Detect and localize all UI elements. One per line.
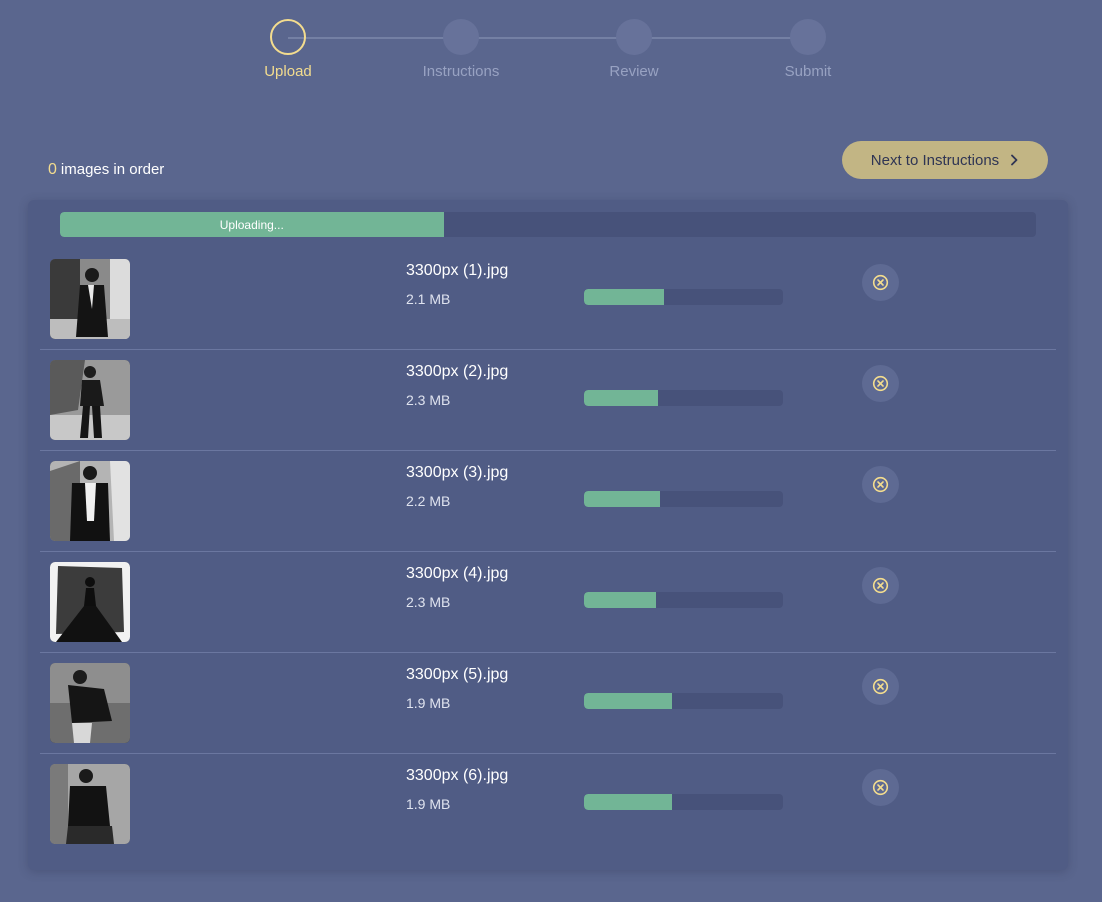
file-row: 3300px (3).jpg 2.2 MB bbox=[40, 451, 1056, 552]
step-indicator-instructions bbox=[443, 19, 479, 55]
image-thumbnail bbox=[50, 663, 130, 743]
file-size: 2.2 MB bbox=[406, 493, 451, 509]
step-indicator-review bbox=[616, 19, 652, 55]
file-size: 2.3 MB bbox=[406, 392, 451, 408]
file-name: 3300px (3).jpg bbox=[406, 464, 509, 481]
step-label-review: Review bbox=[609, 63, 659, 80]
file-progress-bar bbox=[584, 592, 783, 608]
file-name: 3300px (5).jpg bbox=[406, 666, 509, 683]
file-progress-bar bbox=[584, 794, 783, 810]
file-progress-bar bbox=[584, 693, 783, 709]
file-progress-fill bbox=[584, 693, 672, 709]
overall-progress-bar: Uploading... bbox=[60, 212, 1036, 237]
file-name: 3300px (6).jpg bbox=[406, 767, 509, 784]
close-circle-icon bbox=[872, 779, 889, 796]
close-circle-icon bbox=[872, 476, 889, 493]
close-circle-icon bbox=[872, 274, 889, 291]
remove-file-button[interactable] bbox=[862, 668, 899, 705]
step-indicator-upload bbox=[270, 19, 306, 55]
file-size: 2.1 MB bbox=[406, 291, 451, 307]
file-name: 3300px (4).jpg bbox=[406, 565, 509, 582]
file-name: 3300px (1).jpg bbox=[406, 262, 509, 279]
remove-file-button[interactable] bbox=[862, 769, 899, 806]
file-progress-fill bbox=[584, 794, 672, 810]
image-thumbnail bbox=[50, 562, 130, 642]
upload-panel: Uploading... 3300px (1).jpg 2.1 MB 3300p… bbox=[28, 200, 1068, 870]
step-submit[interactable]: Submit bbox=[728, 19, 888, 80]
next-to-instructions-button[interactable]: Next to Instructions bbox=[842, 141, 1048, 179]
file-progress-fill bbox=[584, 289, 664, 305]
step-label-submit: Submit bbox=[784, 63, 832, 80]
remove-file-button[interactable] bbox=[862, 264, 899, 301]
overall-progress-label: Uploading... bbox=[219, 217, 284, 232]
order-count-number: 0 bbox=[48, 161, 57, 178]
chevron-right-icon bbox=[1011, 154, 1018, 166]
file-row: 3300px (2).jpg 2.3 MB bbox=[40, 350, 1056, 451]
image-thumbnail bbox=[50, 259, 130, 339]
close-circle-icon bbox=[872, 375, 889, 392]
image-thumbnail bbox=[50, 360, 130, 440]
file-progress-fill bbox=[584, 491, 660, 507]
file-row: 3300px (1).jpg 2.1 MB bbox=[40, 249, 1056, 350]
step-label-instructions: Instructions bbox=[422, 63, 500, 80]
order-count: 0 images in order bbox=[48, 161, 164, 179]
upload-stepper: Upload Instructions Review Submit bbox=[0, 0, 1102, 100]
file-row: 3300px (5).jpg 1.9 MB bbox=[40, 653, 1056, 754]
image-thumbnail bbox=[50, 764, 130, 844]
file-progress-bar bbox=[584, 289, 783, 305]
file-name: 3300px (2).jpg bbox=[406, 363, 509, 380]
file-size: 2.3 MB bbox=[406, 594, 451, 610]
file-progress-bar bbox=[584, 491, 783, 507]
file-row: 3300px (4).jpg 2.3 MB bbox=[40, 552, 1056, 653]
close-circle-icon bbox=[872, 577, 889, 594]
remove-file-button[interactable] bbox=[862, 466, 899, 503]
next-button-label: Next to Instructions bbox=[870, 151, 1000, 169]
step-indicator-submit bbox=[790, 19, 826, 55]
file-progress-bar bbox=[584, 390, 783, 406]
overall-progress-fill: Uploading... bbox=[60, 212, 444, 237]
image-thumbnail bbox=[50, 461, 130, 541]
step-review[interactable]: Review bbox=[554, 19, 714, 80]
remove-file-button[interactable] bbox=[862, 365, 899, 402]
file-size: 1.9 MB bbox=[406, 695, 451, 711]
file-size: 1.9 MB bbox=[406, 796, 451, 812]
step-label-upload: Upload bbox=[264, 63, 312, 80]
file-progress-fill bbox=[584, 592, 656, 608]
step-upload[interactable]: Upload bbox=[208, 19, 368, 80]
close-circle-icon bbox=[872, 678, 889, 695]
file-list: 3300px (1).jpg 2.1 MB 3300px (2).jpg 2.3… bbox=[40, 249, 1056, 855]
file-progress-fill bbox=[584, 390, 658, 406]
remove-file-button[interactable] bbox=[862, 567, 899, 604]
file-row: 3300px (6).jpg 1.9 MB bbox=[40, 754, 1056, 855]
step-instructions[interactable]: Instructions bbox=[381, 19, 541, 80]
order-count-label: images in order bbox=[60, 161, 165, 178]
